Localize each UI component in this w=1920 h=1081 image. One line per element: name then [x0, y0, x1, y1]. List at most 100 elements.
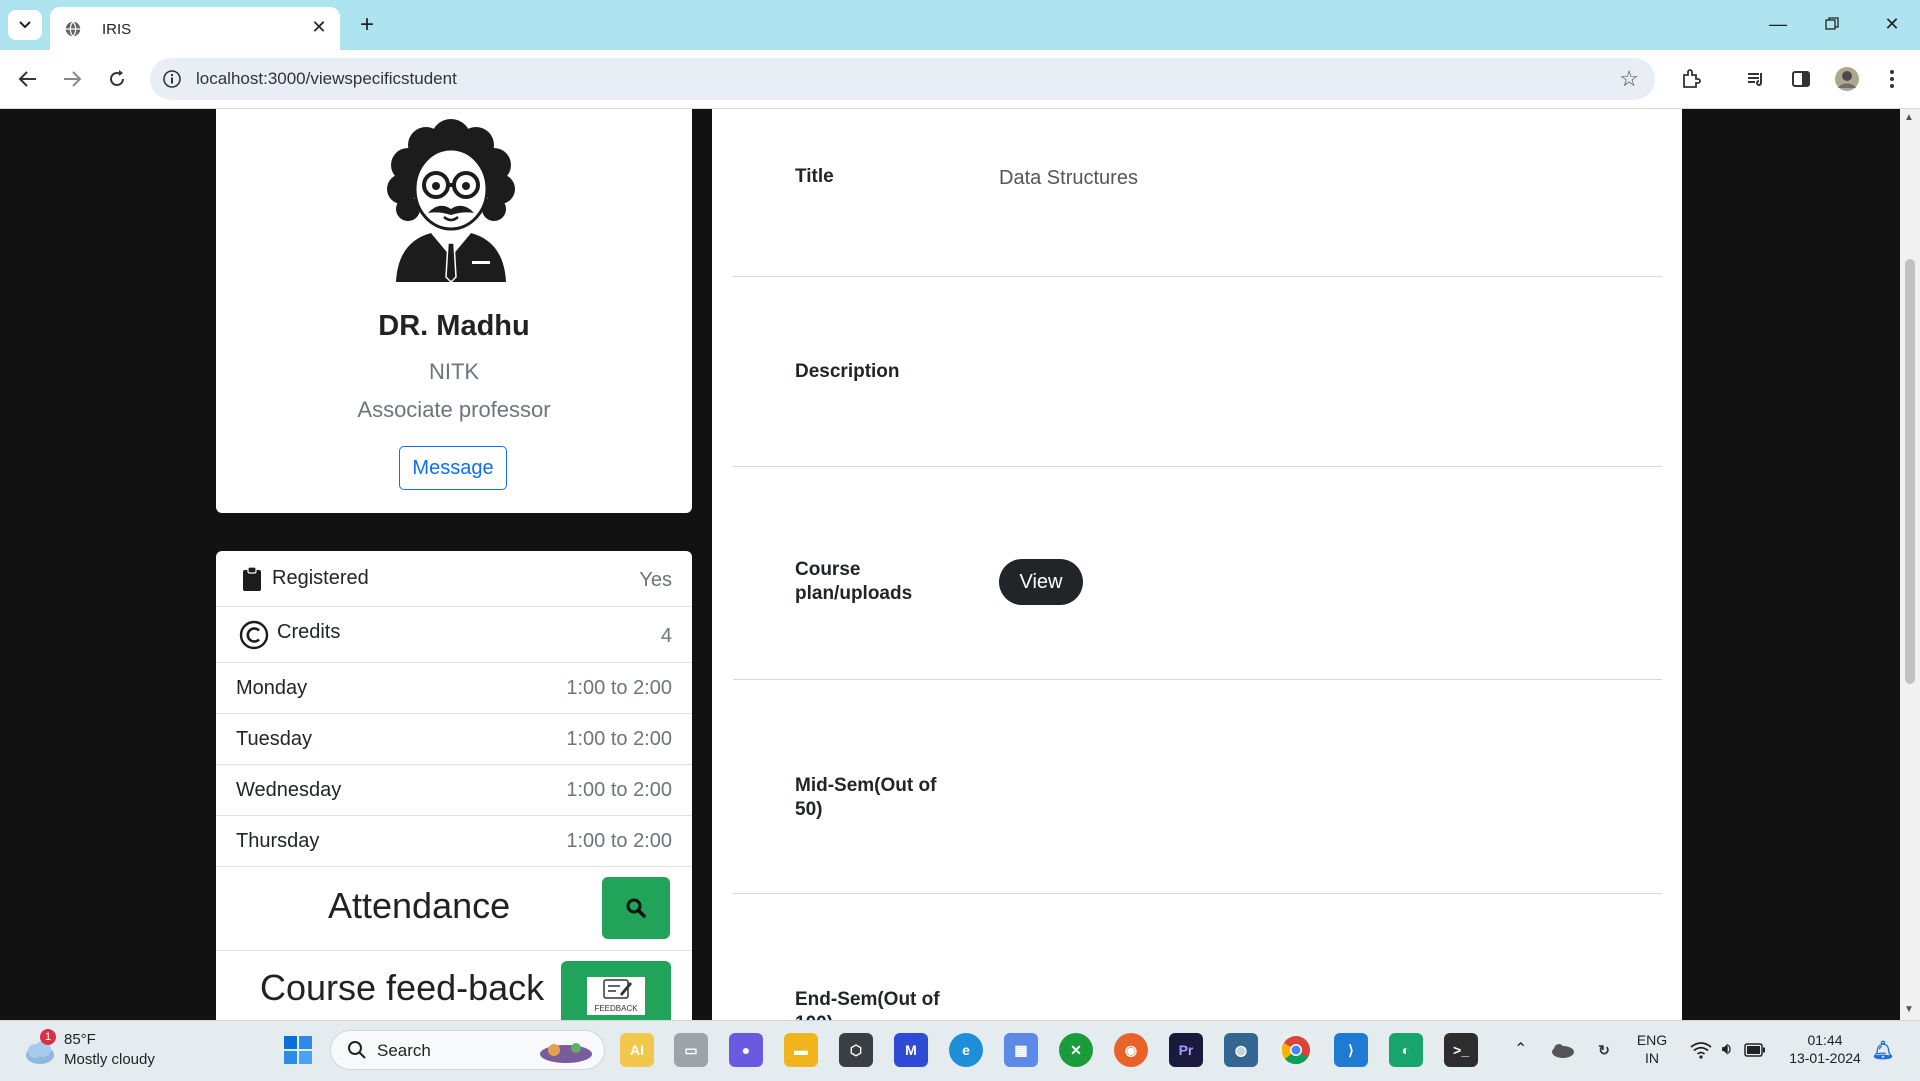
- close-window-button[interactable]: ✕: [1872, 8, 1912, 40]
- side-panel-icon[interactable]: [1785, 63, 1817, 95]
- scroll-down-arrow[interactable]: ▼: [1904, 1004, 1914, 1015]
- forward-button[interactable]: [56, 63, 88, 95]
- schedule-day: Thursday: [236, 830, 320, 852]
- url-text[interactable]: localhost:3000/viewspecificstudent: [196, 69, 457, 89]
- title-field: Title Data Structures: [733, 109, 1662, 277]
- message-button[interactable]: Message: [399, 446, 507, 490]
- course-details-card: Title Data Structures Description Course…: [712, 109, 1682, 1020]
- page-viewport: DR. Madhu NITK Associate professor Messa…: [0, 109, 1900, 1020]
- title-value: Data Structures: [999, 167, 1138, 189]
- terminal-icon[interactable]: >_: [1444, 1033, 1478, 1067]
- notification-bell-icon[interactable]: 🔔︎: [1866, 1033, 1900, 1067]
- clipboard-icon: [243, 566, 261, 591]
- course-plan-label: Course plan/uploads: [795, 559, 913, 604]
- midsem-label: Mid-Sem(Out of 50): [795, 775, 937, 820]
- schedule-day: Monday: [236, 677, 308, 699]
- clock-date: 13-01-2024: [1789, 1050, 1861, 1066]
- address-bar[interactable]: localhost:3000/viewspecificstudent ☆: [150, 58, 1655, 100]
- endsem-label: End-Sem(Out of 100): [795, 989, 940, 1020]
- view-uploads-button[interactable]: View: [999, 559, 1083, 605]
- feedback-row: Course feed-back FEEDBACK: [216, 951, 692, 1020]
- edge-icon[interactable]: e: [949, 1033, 983, 1067]
- weather-widget[interactable]: 1 85°F Mostly cloudy: [20, 1029, 200, 1073]
- schedule-time: 1:00 to 2:00: [566, 830, 672, 852]
- extensions-icon[interactable]: [1675, 63, 1707, 95]
- schedule-time: 1:00 to 2:00: [566, 728, 672, 750]
- professor-avatar: [387, 119, 515, 282]
- schedule-time: 1:00 to 2:00: [566, 677, 672, 699]
- copyright-icon: [239, 620, 269, 650]
- profile-avatar[interactable]: [1831, 63, 1863, 95]
- windows-logo-icon: [284, 1036, 312, 1064]
- professor-role: Associate professor: [357, 397, 551, 422]
- course-info-card: Registered Yes Credits 4 Monday 1:00 to …: [216, 551, 692, 1020]
- feedback-title: Course feed-back: [260, 967, 545, 1008]
- feedback-icon-text: FEEDBACK: [594, 1004, 638, 1013]
- app-green-icon[interactable]: ◐: [1389, 1033, 1423, 1067]
- chat-icon[interactable]: ●: [729, 1033, 763, 1067]
- page-scrollbar[interactable]: ▲ ▼: [1900, 109, 1920, 1020]
- reload-button[interactable]: [101, 63, 133, 95]
- sync-icon[interactable]: ↻: [1587, 1033, 1621, 1067]
- media-control-icon[interactable]: [1740, 63, 1772, 95]
- taskbar-search[interactable]: Search: [330, 1030, 605, 1070]
- arrow-left-icon: [18, 71, 36, 87]
- tab-search-button[interactable]: [8, 10, 42, 40]
- task-view-icon[interactable]: ▭: [674, 1033, 708, 1067]
- store-icon[interactable]: ▦: [1004, 1033, 1038, 1067]
- browser-tab-strip: IRIS ✕ + — ✕: [0, 0, 1920, 50]
- file-explorer-icon[interactable]: ▬: [784, 1033, 818, 1067]
- course-plan-field: Course plan/uploads View: [733, 466, 1662, 680]
- battery-icon[interactable]: [1738, 1033, 1772, 1067]
- minimize-button[interactable]: —: [1758, 8, 1798, 40]
- scrollbar-thumb[interactable]: [1905, 259, 1915, 684]
- weather-badge: 1: [40, 1029, 56, 1045]
- browser-menu-icon[interactable]: [1876, 63, 1908, 95]
- attendance-row: Attendance: [216, 867, 692, 951]
- new-tab-button[interactable]: +: [352, 10, 382, 40]
- restore-button[interactable]: [1812, 8, 1852, 40]
- description-field: Description: [733, 276, 1662, 467]
- vscode-icon[interactable]: ⟩: [1334, 1033, 1368, 1067]
- back-button[interactable]: [12, 63, 44, 95]
- tab-close-icon[interactable]: ✕: [308, 16, 330, 38]
- institution-name: NITK: [428, 359, 480, 384]
- site-info-icon[interactable]: [162, 69, 182, 89]
- schedule-row: Wednesday 1:00 to 2:00: [216, 765, 692, 816]
- copilot-icon[interactable]: AI: [620, 1033, 654, 1067]
- windows-taskbar: 1 85°F Mostly cloudy Search AI ▭ ● ▬ ⬡ M…: [0, 1020, 1920, 1081]
- xbox-icon[interactable]: ✕: [1059, 1033, 1093, 1067]
- credits-row: Credits 4: [216, 607, 692, 663]
- scroll-up-arrow[interactable]: ▲: [1904, 112, 1914, 123]
- chrome-icon[interactable]: [1279, 1033, 1313, 1067]
- postgres-icon[interactable]: ◍: [1224, 1033, 1258, 1067]
- premiere-icon[interactable]: Pr: [1169, 1033, 1203, 1067]
- attendance-title: Attendance: [328, 885, 511, 926]
- midsem-field: Mid-Sem(Out of 50): [733, 679, 1662, 894]
- attendance-button[interactable]: [602, 877, 670, 939]
- schedule-row: Tuesday 1:00 to 2:00: [216, 714, 692, 765]
- schedule-day: Tuesday: [236, 728, 312, 750]
- schedule-time: 1:00 to 2:00: [566, 779, 672, 801]
- search-label: Search: [377, 1041, 431, 1060]
- chevron-down-icon: [19, 21, 31, 29]
- tab-title: IRIS: [102, 21, 132, 38]
- registered-row: Registered Yes: [216, 551, 692, 607]
- professor-name: DR. Madhu: [378, 310, 530, 342]
- language-indicator[interactable]: ENG IN: [1632, 1031, 1672, 1067]
- app-icon[interactable]: M: [894, 1033, 928, 1067]
- clock[interactable]: 01:44 13-01-2024: [1780, 1031, 1870, 1067]
- feedback-icon: FEEDBACK: [587, 977, 645, 1015]
- registered-value: Yes: [639, 569, 672, 591]
- browser-tab[interactable]: IRIS ✕: [50, 7, 340, 50]
- onedrive-icon[interactable]: [1545, 1033, 1579, 1067]
- unity-icon[interactable]: ⬡: [839, 1033, 873, 1067]
- schedule-row: Monday 1:00 to 2:00: [216, 663, 692, 714]
- tray-overflow-icon[interactable]: ⌃: [1514, 1041, 1527, 1059]
- feedback-button[interactable]: FEEDBACK: [561, 961, 671, 1020]
- search-highlight-icon: [540, 1043, 592, 1063]
- description-label: Description: [795, 361, 900, 382]
- firefox-icon[interactable]: ◉: [1114, 1033, 1148, 1067]
- start-button[interactable]: [281, 1033, 315, 1067]
- bookmark-star-icon[interactable]: ☆: [1619, 66, 1639, 92]
